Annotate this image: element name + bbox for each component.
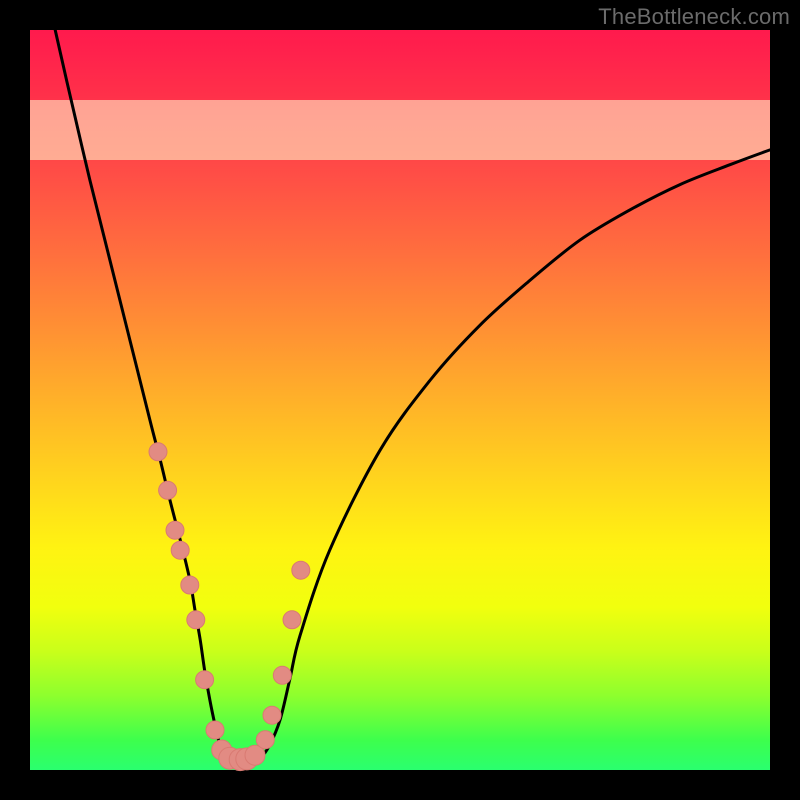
marker-dot xyxy=(256,731,274,749)
plot-area xyxy=(30,30,770,770)
marker-dot xyxy=(166,521,184,539)
bottleneck-curve xyxy=(55,30,770,762)
marker-dot xyxy=(273,666,291,684)
chart-frame: TheBottleneck.com xyxy=(0,0,800,800)
marker-dot xyxy=(292,561,310,579)
marker-dot xyxy=(206,721,224,739)
marker-group xyxy=(149,443,310,771)
marker-dot xyxy=(283,611,301,629)
marker-dot xyxy=(196,671,214,689)
marker-dot xyxy=(149,443,167,461)
marker-dot xyxy=(171,541,189,559)
chart-svg xyxy=(30,30,770,770)
marker-dot xyxy=(181,576,199,594)
marker-dot xyxy=(263,706,281,724)
watermark-text: TheBottleneck.com xyxy=(598,4,790,30)
marker-dot xyxy=(187,611,205,629)
marker-dot xyxy=(159,481,177,499)
